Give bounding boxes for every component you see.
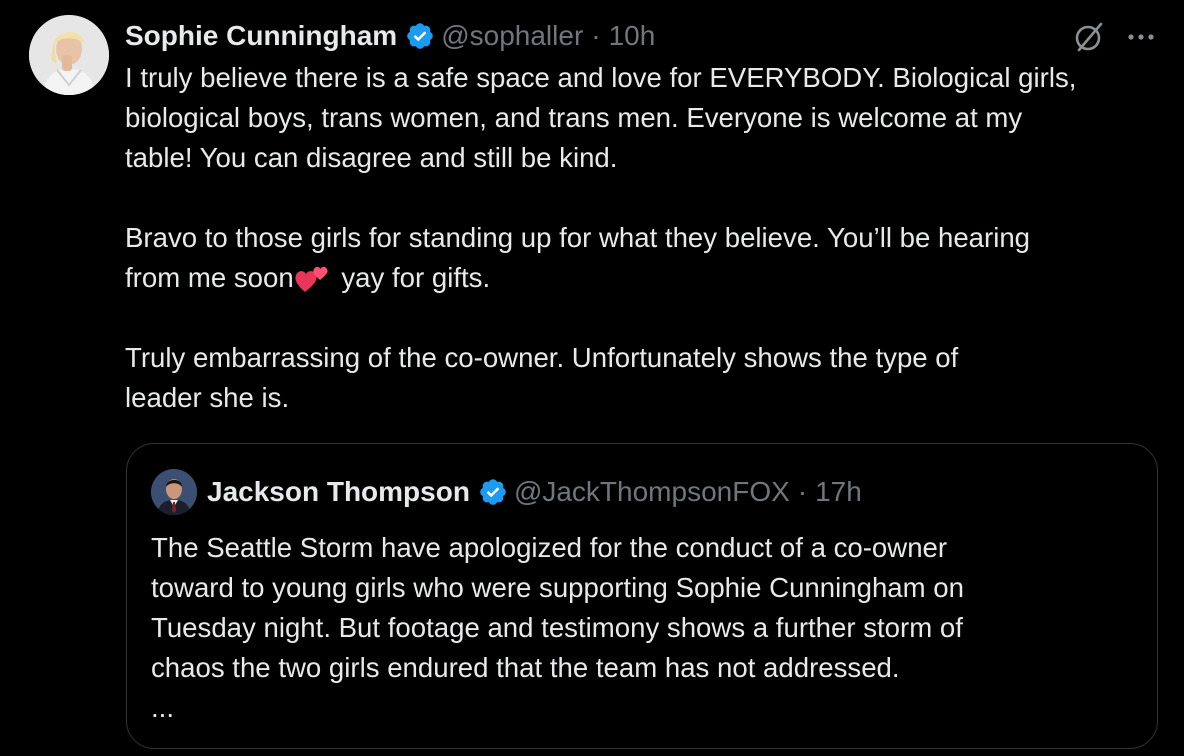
quoted-author-handle[interactable]: @JackThompsonFOX <box>514 476 790 508</box>
text-line: I truly believe there is a safe space an… <box>125 62 1077 93</box>
text-fragment: from me soon <box>125 262 294 293</box>
tweet-timestamp[interactable]: 10h <box>609 20 656 52</box>
text-line: from me soon yay for gifts. <box>125 258 1170 298</box>
tweet-paragraph: Truly embarrassing of the co-owner. Unfo… <box>125 338 1170 418</box>
text-line: leader she is. <box>125 382 290 413</box>
quoted-tweet-text: The Seattle Storm have apologized for th… <box>151 528 1141 728</box>
author-avatar[interactable] <box>29 15 109 95</box>
tweet[interactable]: Sophie Cunningham @sophaller · 10h I tru… <box>0 0 1184 756</box>
header-separator: · <box>591 20 601 51</box>
text-line: biological boys, trans women, and trans … <box>125 102 1023 133</box>
author-handle[interactable]: @sophaller <box>441 20 583 52</box>
header-separator: · <box>797 476 808 507</box>
tweet-paragraph: I truly believe there is a safe space an… <box>125 58 1170 178</box>
text-line: Truly embarrassing of the co-owner. Unfo… <box>125 342 959 373</box>
quoted-author-display-name[interactable]: Jackson Thompson <box>207 476 470 508</box>
text-line: table! You can disagree and still be kin… <box>125 142 618 173</box>
two-hearts-emoji <box>294 261 334 293</box>
tweet-text: I truly believe there is a safe space an… <box>125 58 1170 418</box>
quoted-tweet-timestamp[interactable]: 17h <box>815 476 862 508</box>
text-line: Tuesday night. But footage and testimony… <box>151 612 963 643</box>
quoted-tweet-card[interactable]: Jackson Thompson @JackThompsonFOX · 17h … <box>126 443 1158 749</box>
tweet-header: Sophie Cunningham @sophaller · 10h <box>125 14 655 58</box>
quoted-tweet-header: Jackson Thompson @JackThompsonFOX · 17h <box>207 472 862 512</box>
author-display-name[interactable]: Sophie Cunningham <box>125 20 397 52</box>
text-line: chaos the two girls endured that the tea… <box>151 652 900 683</box>
quoted-author-avatar[interactable] <box>151 469 197 515</box>
text-line: The Seattle Storm have apologized for th… <box>151 532 948 563</box>
tweet-paragraph: Bravo to those girls for standing up for… <box>125 218 1170 298</box>
grok-icon[interactable] <box>1072 20 1106 54</box>
verified-badge-icon <box>478 477 508 507</box>
text-fragment: yay for gifts. <box>333 262 491 293</box>
text-line: toward to young girls who were supportin… <box>151 572 964 603</box>
text-line: Bravo to those girls for standing up for… <box>125 222 1031 253</box>
verified-badge-icon <box>405 21 435 51</box>
text-line: ... <box>151 692 174 723</box>
more-icon[interactable] <box>1124 24 1158 50</box>
